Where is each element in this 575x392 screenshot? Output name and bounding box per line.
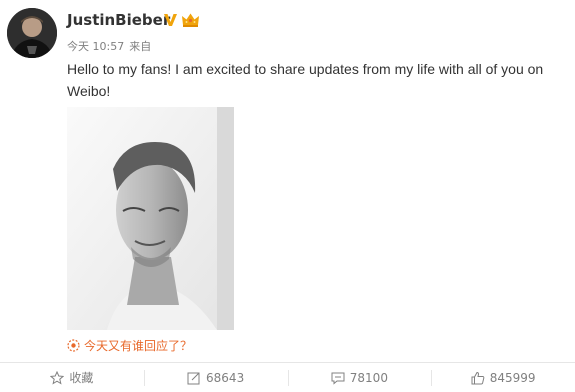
comment-icon xyxy=(331,372,345,385)
weibo-post: JustinBieber 今天 10:57 来自 Hello to my fans… xyxy=(0,0,575,392)
repost-count: 68643 xyxy=(206,370,245,385)
crown-icon[interactable] xyxy=(181,11,200,28)
like-button[interactable]: 845999 xyxy=(431,363,575,392)
verified-v-icon[interactable] xyxy=(163,12,178,28)
topic-link[interactable]: 今天又有谁回应了？ xyxy=(67,337,192,353)
portrait-photo-icon xyxy=(67,107,234,330)
action-bar: 收藏 68643 78100 845999 xyxy=(0,363,575,392)
star-icon xyxy=(50,370,65,385)
repost-icon xyxy=(187,372,200,384)
topic-label: 今天又有谁回应了？ xyxy=(84,339,193,353)
post-text: Hello to my fans! I am excited to share … xyxy=(67,61,544,99)
avatar[interactable] xyxy=(7,8,57,58)
like-count: 845999 xyxy=(489,370,536,385)
post-source: 来自 xyxy=(129,40,152,53)
post-time[interactable]: 今天 10:57 xyxy=(67,40,124,53)
repost-button[interactable]: 68643 xyxy=(143,363,288,392)
author-name[interactable]: JustinBieber xyxy=(67,11,170,29)
thumbs-up-icon xyxy=(471,371,485,384)
favorite-label: 收藏 xyxy=(69,371,94,385)
post-image[interactable] xyxy=(67,107,234,330)
favorite-button[interactable]: 收藏 xyxy=(0,363,144,392)
topic-star-icon xyxy=(67,339,80,352)
comment-count: 78100 xyxy=(349,370,388,385)
post-meta: 今天 10:57 来自 xyxy=(67,38,151,54)
avatar-photo-icon xyxy=(7,8,57,58)
comment-button[interactable]: 78100 xyxy=(287,363,432,392)
